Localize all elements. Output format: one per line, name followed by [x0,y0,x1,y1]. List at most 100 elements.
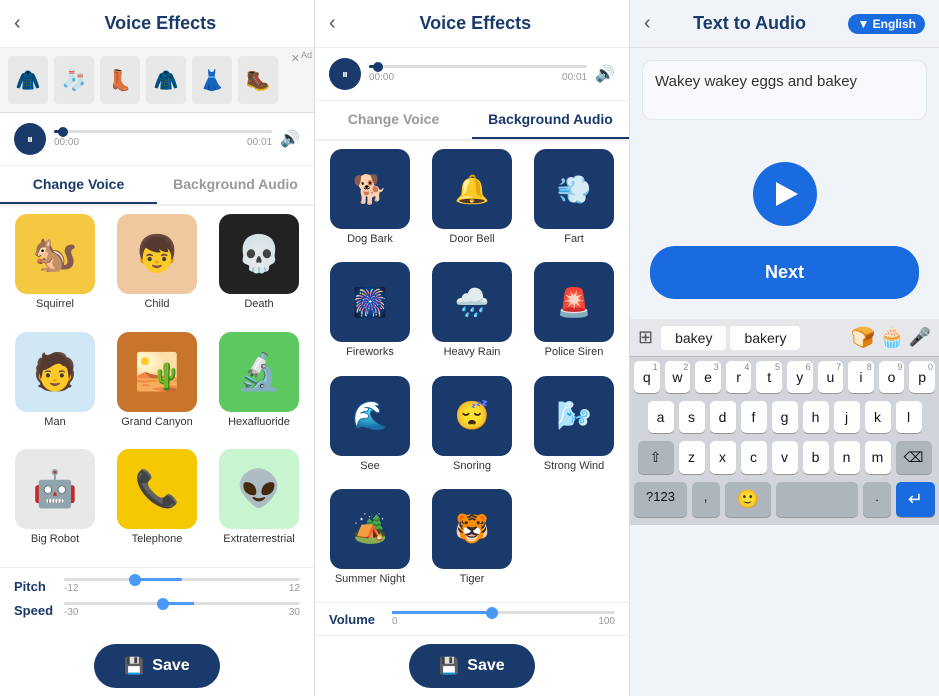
bg-strong-wind[interactable]: 🌬️ Strong Wind [527,376,621,481]
key-b[interactable]: b [803,441,829,474]
speed-max: 30 [289,607,300,618]
key-n[interactable]: n [834,441,860,474]
voice-grand-canyon[interactable]: 🏜️ Grand Canyon [110,332,204,442]
voice-child[interactable]: 👦 Child [110,214,204,324]
period-key[interactable]: . [863,482,891,517]
english-badge[interactable]: ▼ English [848,14,925,34]
bg-thumb-tiger: 🐯 [432,489,512,569]
shift-key[interactable]: ⇧ [638,441,674,474]
bg-fireworks[interactable]: 🎆 Fireworks [323,262,417,367]
ad-banner-1: 🧥 🧦 👢 🧥 👗 🥾 Ad ✕ [0,48,314,113]
key-m[interactable]: m [865,441,891,474]
voice-squirrel[interactable]: 🐿️ Squirrel [8,214,102,324]
voice-telephone[interactable]: 📞 Telephone [110,449,204,559]
save-label-2: Save [467,657,504,675]
back-button-3[interactable]: ‹ [644,12,651,35]
num-key[interactable]: ?123 [634,482,687,517]
key-y[interactable]: y6 [787,361,813,393]
backspace-key[interactable]: ⌫ [896,441,932,474]
key-x[interactable]: x [710,441,736,474]
space-key[interactable] [776,482,858,517]
grid-icon: ⊞ [638,327,653,348]
sliders-section-1: Pitch -12 12 Speed -30 [0,567,314,636]
key-e[interactable]: e3 [695,361,721,393]
key-v[interactable]: v [772,441,798,474]
pitch-slider[interactable]: -12 12 [64,578,300,594]
suggestion-bakery[interactable]: bakery [730,326,800,350]
progress-bar-1[interactable]: 00:00 00:01 [54,130,272,148]
mic-icon[interactable]: 🎤 [909,327,931,348]
bg-snoring[interactable]: 😴 Snoring [425,376,519,481]
back-button-2[interactable]: ‹ [329,12,336,35]
back-button-1[interactable]: ‹ [14,12,21,35]
voice-death[interactable]: 💀 Death [212,214,306,324]
volume-icon-1[interactable]: 🔊 [280,129,300,149]
bg-fart[interactable]: 💨 Fart [527,149,621,254]
suggestion-bakey[interactable]: bakey [661,326,726,350]
tab-background-audio-1[interactable]: Background Audio [157,166,314,204]
voice-extraterrestrial[interactable]: 👽 Extraterrestrial [212,449,306,559]
key-s[interactable]: s [679,401,705,433]
voice-label-hexafluoride: Hexafluoride [228,416,290,428]
enter-key[interactable]: ↵ [896,482,935,517]
time-end-1: 00:01 [247,137,272,148]
voice-big-robot[interactable]: 🤖 Big Robot [8,449,102,559]
bg-thumb-strong-wind: 🌬️ [534,376,614,456]
key-q[interactable]: q1 [634,361,660,393]
bg-dog-bark[interactable]: 🐕 Dog Bark [323,149,417,254]
pitch-min: -12 [64,583,78,594]
bg-summer-night[interactable]: 🏕️ Summer Night [323,489,417,594]
key-g[interactable]: g [772,401,798,433]
bg-heavy-rain[interactable]: 🌧️ Heavy Rain [425,262,519,367]
emoji-key[interactable]: 🙂 [725,482,771,517]
key-j[interactable]: j [834,401,860,433]
ad-item: 🧥 [146,56,186,104]
emoji-suggestion-1: 🍞 [851,325,876,350]
save-button-2[interactable]: 💾 Save [409,644,534,688]
key-r[interactable]: r4 [726,361,752,393]
progress-bar-2[interactable]: 00:00 00:01 [369,65,587,83]
key-c[interactable]: c [741,441,767,474]
speed-slider[interactable]: -30 30 [64,602,300,618]
tab-change-voice-1[interactable]: Change Voice [0,166,157,204]
key-u[interactable]: u7 [818,361,844,393]
key-i[interactable]: i8 [848,361,874,393]
voice-label-squirrel: Squirrel [36,298,74,310]
key-d[interactable]: d [710,401,736,433]
voice-hexafluoride[interactable]: 🔬 Hexafluoride [212,332,306,442]
bg-audio-grid: 🐕 Dog Bark 🔔 Door Bell 💨 Fart 🎆 Firework… [315,141,629,602]
key-l[interactable]: l [896,401,922,433]
bg-thumb-dog-bark: 🐕 [330,149,410,229]
next-button[interactable]: Next [650,246,919,299]
key-t[interactable]: t5 [756,361,782,393]
voice-man[interactable]: 🧑 Man [8,332,102,442]
text-input-area[interactable]: Wakey wakey eggs and bakey [642,60,927,120]
ad-close-1[interactable]: ✕ [291,52,300,65]
pause-button-2[interactable]: ⏸ [329,58,361,90]
play-button-3[interactable] [753,162,817,226]
key-w[interactable]: w2 [665,361,691,393]
key-f[interactable]: f [741,401,767,433]
voice-label-big-robot: Big Robot [31,533,79,545]
key-k[interactable]: k [865,401,891,433]
save-icon-1: 💾 [124,656,144,676]
save-button-1[interactable]: 💾 Save [94,644,219,688]
comma-key[interactable]: , [692,482,720,517]
bg-thumb-heavy-rain: 🌧️ [432,262,512,342]
key-a[interactable]: a [648,401,674,433]
pause-button-1[interactable]: ⏸ [14,123,46,155]
bg-tiger[interactable]: 🐯 Tiger [425,489,519,594]
bg-see[interactable]: 🌊 See [323,376,417,481]
tab-change-voice-2[interactable]: Change Voice [315,101,472,139]
volume-icon-2[interactable]: 🔊 [595,64,615,84]
key-o[interactable]: o9 [879,361,905,393]
volume-slider[interactable]: 0 100 [392,611,615,627]
voice-thumb-grand-canyon: 🏜️ [117,332,197,412]
bg-police-siren[interactable]: 🚨 Police Siren [527,262,621,367]
bg-door-bell[interactable]: 🔔 Door Bell [425,149,519,254]
key-z[interactable]: z [679,441,705,474]
tab-background-audio-2[interactable]: Background Audio [472,101,629,139]
key-h[interactable]: h [803,401,829,433]
key-p[interactable]: p0 [909,361,935,393]
voice-thumb-big-robot: 🤖 [15,449,95,529]
